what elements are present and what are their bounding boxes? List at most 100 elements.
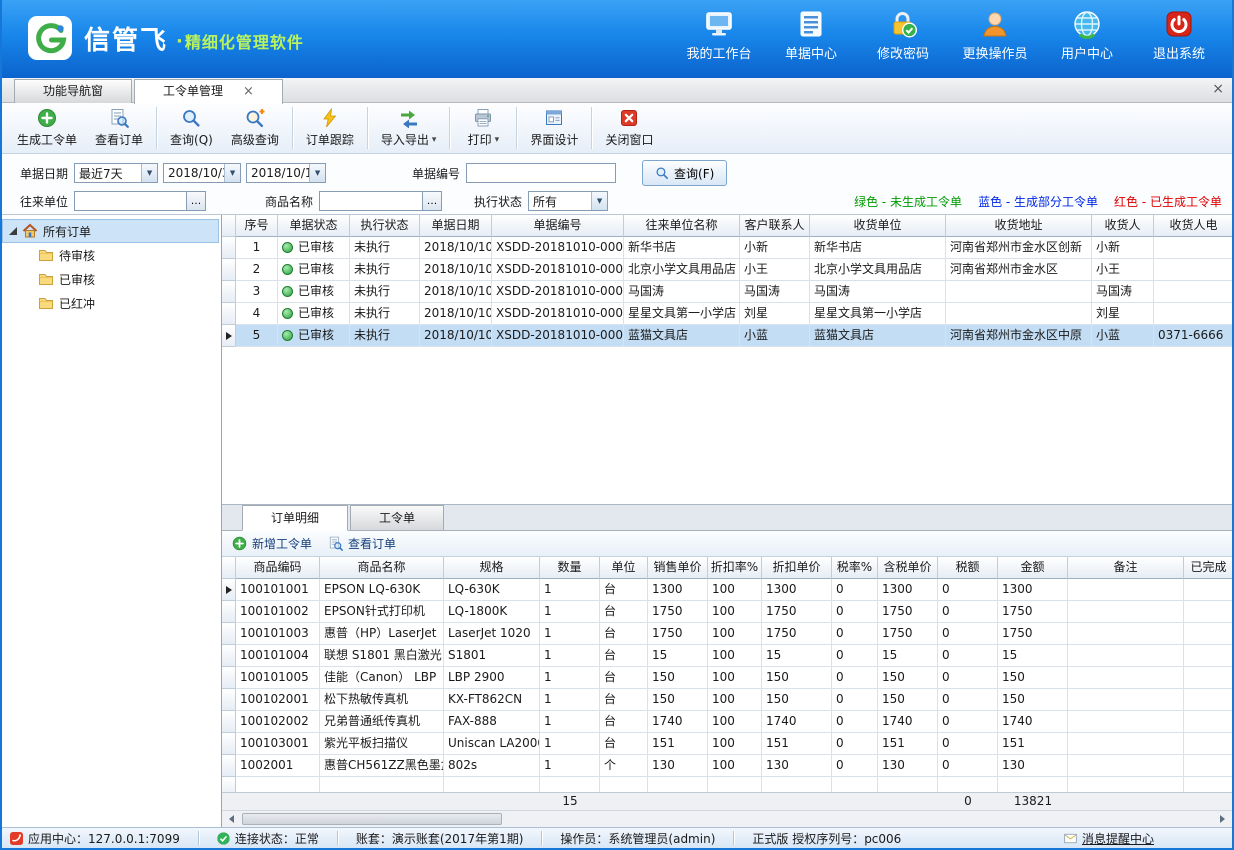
column-header[interactable]: 税率% (832, 557, 878, 579)
nav-document-center[interactable]: 单据中心 (772, 9, 850, 62)
table-row[interactable]: 100103001紫光平板扫描仪Uniscan LA20001台15110015… (222, 733, 1232, 755)
partner-input[interactable] (74, 191, 187, 211)
table-row[interactable]: 100102002兄弟普通纸传真机FAX-8881台17401001740017… (222, 711, 1232, 733)
row-indicator[interactable] (222, 325, 236, 347)
table-row[interactable]: 100101003惠普（HP）LaserJetLaserJet 10201台17… (222, 623, 1232, 645)
tabbar-close-icon[interactable]: × (1212, 81, 1224, 97)
column-header[interactable]: 收货地址 (946, 215, 1092, 237)
column-header[interactable]: 备注 (1068, 557, 1184, 579)
column-header[interactable]: 商品名称 (320, 557, 444, 579)
column-header[interactable]: 销售单价 (648, 557, 708, 579)
column-header[interactable]: 单据日期 (420, 215, 492, 237)
table-row[interactable]: 1已审核未执行2018/10/10XSDD-20181010-0005新华书店小… (222, 237, 1232, 259)
tree-item-all-orders[interactable]: 所有订单 (2, 219, 219, 243)
scroll-left-button[interactable] (223, 812, 240, 827)
column-header[interactable]: 折扣率% (708, 557, 762, 579)
exec-status-select[interactable]: 所有 ▼ (528, 191, 608, 211)
table-row[interactable]: 100102001松下热敏传真机KX-FT862CN1台150100150015… (222, 689, 1232, 711)
toolbar-order-tracking[interactable]: 订单跟踪 (297, 105, 363, 151)
column-header[interactable]: 客户联系人 (740, 215, 810, 237)
chevron-down-icon[interactable]: ▾ (432, 135, 437, 145)
row-indicator[interactable] (222, 303, 236, 325)
column-header[interactable]: 商品编码 (236, 557, 320, 579)
nav-switch-operator[interactable]: 更换操作员 (956, 9, 1034, 62)
h-scrollbar[interactable] (222, 810, 1232, 827)
toolbar-close-window[interactable]: 关闭窗口 (596, 105, 662, 151)
column-header[interactable]: 规格 (444, 557, 540, 579)
product-browse-button[interactable]: … (423, 191, 442, 211)
row-indicator[interactable] (222, 579, 236, 601)
nav-my-workbench[interactable]: 我的工作台 (680, 9, 758, 62)
row-indicator[interactable] (222, 623, 236, 645)
row-indicator[interactable] (222, 601, 236, 623)
date-from-select[interactable]: 2018/10/3 ▼ (163, 163, 241, 183)
column-header[interactable]: 单据编号 (492, 215, 624, 237)
table-row[interactable]: 3已审核未执行2018/10/10XSDD-20181010-0003马国涛马国… (222, 281, 1232, 303)
column-header[interactable]: 折扣单价 (762, 557, 832, 579)
row-indicator[interactable] (222, 645, 236, 667)
toolbar-view-order[interactable]: 查看订单 (86, 105, 152, 151)
column-header[interactable]: 单位 (600, 557, 648, 579)
detail-toolbar-view-order[interactable]: 查看订单 (328, 535, 396, 552)
chevron-down-icon[interactable]: ▾ (495, 135, 500, 145)
tree-expander-icon[interactable] (9, 227, 17, 235)
table-row[interactable]: 5已审核未执行2018/10/10XSDD-20181010-0001蓝猫文具店… (222, 325, 1232, 347)
toolbar-query[interactable]: 查询(Q) (161, 105, 222, 151)
column-header[interactable]: 税额 (938, 557, 998, 579)
row-indicator[interactable] (222, 281, 236, 303)
row-indicator[interactable] (222, 711, 236, 733)
tree-item-2[interactable]: 已红冲 (2, 291, 219, 315)
nav-exit-system[interactable]: 退出系统 (1140, 9, 1218, 62)
row-indicator[interactable] (222, 237, 236, 259)
chevron-down-icon[interactable]: ▼ (141, 164, 157, 182)
column-header[interactable]: 金额 (998, 557, 1068, 579)
column-header[interactable]: 含税单价 (878, 557, 938, 579)
column-header[interactable]: 收货人 (1092, 215, 1154, 237)
partner-browse-button[interactable]: … (187, 191, 206, 211)
toolbar-print[interactable]: 打印▾ (454, 105, 512, 151)
column-header[interactable]: 序号 (236, 215, 278, 237)
query-button[interactable]: 查询(F) (642, 160, 727, 186)
table-row[interactable] (222, 777, 1232, 792)
nav-change-password[interactable]: 修改密码 (864, 9, 942, 62)
toolbar-import-export[interactable]: 导入导出▾ (372, 105, 446, 151)
row-indicator[interactable] (222, 667, 236, 689)
column-header[interactable]: 收货人电 (1154, 215, 1232, 237)
scroll-right-button[interactable] (1214, 812, 1231, 827)
toolbar-ui-design[interactable]: 界面设计 (521, 105, 587, 151)
row-indicator[interactable] (222, 755, 236, 777)
tab-workorder-management[interactable]: 工令单管理× (134, 79, 283, 104)
tree-item-1[interactable]: 已审核 (2, 267, 219, 291)
column-header[interactable]: 往来单位名称 (624, 215, 740, 237)
row-indicator[interactable] (222, 259, 236, 281)
close-icon[interactable]: × (243, 84, 254, 99)
table-row[interactable]: 4已审核未执行2018/10/10XSDD-20181010-0002星星文具第… (222, 303, 1232, 325)
detail-tab-order-details[interactable]: 订单明细 (242, 505, 348, 531)
table-row[interactable]: 100101001EPSON LQ-630KLQ-630K1台130010013… (222, 579, 1232, 601)
scroll-thumb[interactable] (242, 813, 502, 825)
detail-tab-workorder[interactable]: 工令单 (350, 505, 444, 530)
doc-no-input[interactable] (466, 163, 616, 183)
tab-function-nav[interactable]: 功能导航窗 (14, 79, 132, 103)
column-header[interactable]: 执行状态 (350, 215, 420, 237)
column-header[interactable]: 收货单位 (810, 215, 946, 237)
product-input[interactable] (319, 191, 423, 211)
table-row[interactable]: 1002001惠普CH561ZZ黑色墨盒802s1个13010013001300… (222, 755, 1232, 777)
chevron-down-icon[interactable]: ▼ (224, 164, 240, 182)
row-indicator[interactable] (222, 777, 236, 792)
chevron-down-icon[interactable]: ▼ (309, 164, 325, 182)
message-center-link[interactable]: 消息提醒中心 (1064, 830, 1154, 847)
tree-item-0[interactable]: 待审核 (2, 243, 219, 267)
column-header[interactable]: 单据状态 (278, 215, 350, 237)
chevron-down-icon[interactable]: ▼ (591, 192, 607, 210)
table-row[interactable]: 100101002EPSON针式打印机LQ-1800K1台17501001750… (222, 601, 1232, 623)
table-row[interactable]: 100101005佳能（Canon） LBPLBP 29001台15010015… (222, 667, 1232, 689)
detail-toolbar-add-workorder[interactable]: 新增工令单 (232, 535, 312, 552)
row-indicator[interactable] (222, 733, 236, 755)
nav-user-center[interactable]: 用户中心 (1048, 9, 1126, 62)
column-header[interactable]: 数量 (540, 557, 600, 579)
date-range-select[interactable]: 最近7天 ▼ (74, 163, 158, 183)
date-to-select[interactable]: 2018/10/10 ▼ (246, 163, 326, 183)
row-indicator[interactable] (222, 689, 236, 711)
toolbar-generate-workorder[interactable]: 生成工令单 (8, 105, 86, 151)
